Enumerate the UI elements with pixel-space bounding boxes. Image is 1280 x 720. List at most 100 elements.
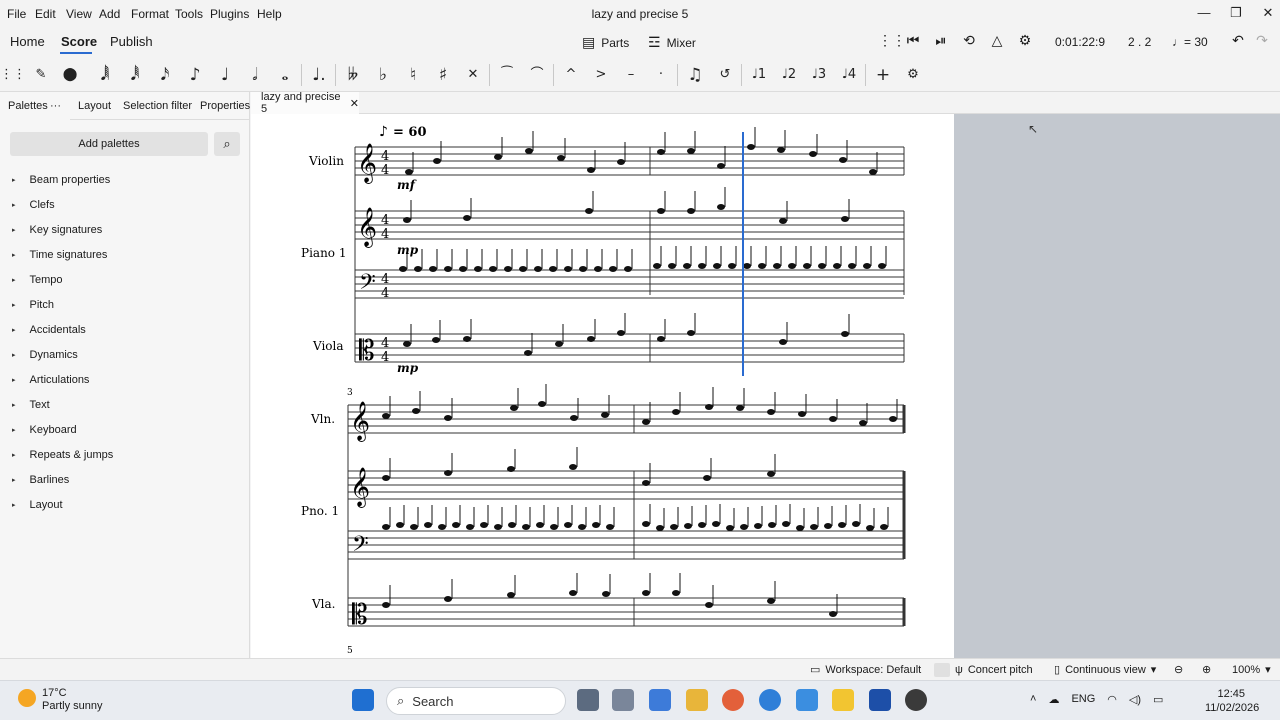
palette-dynamics[interactable]: ▸ Dynamics [12,347,78,363]
notehead[interactable] [818,263,826,269]
notehead[interactable] [585,208,593,214]
notehead[interactable] [489,266,497,272]
palette-text[interactable]: ▸ Text [12,397,50,413]
notehead[interactable] [767,409,775,415]
notehead[interactable] [712,521,720,527]
palette-repeats-jumps[interactable]: ▸ Repeats & jumps [12,447,113,463]
sharp-icon[interactable]: ♯ [431,64,455,86]
redo-icon[interactable]: ↷ [1252,32,1272,49]
note-input-mode-icon[interactable]: ⬤ [58,64,82,86]
notehead[interactable] [549,266,557,272]
clock[interactable]: 12:45 11/02/2026 [1205,687,1259,715]
palettes-more-icon[interactable]: ··· [50,100,61,112]
palette-layout[interactable]: ▸ Layout [12,497,63,513]
dotted-note-icon[interactable]: ♩. [307,64,331,86]
notehead[interactable] [672,409,680,415]
notehead[interactable] [569,590,577,596]
notehead[interactable] [768,522,776,528]
notehead[interactable] [717,204,725,210]
tab-properties[interactable]: Properties [200,100,250,112]
notehead[interactable] [564,266,572,272]
double-flat-icon[interactable]: 𝄫 [341,64,365,86]
notehead[interactable] [617,159,625,165]
eighth-note-icon[interactable]: ♪ [183,64,207,86]
notehead[interactable] [508,522,516,528]
tab-palettes[interactable]: Palettes [8,100,48,112]
tab-layout[interactable]: Layout [78,100,111,112]
notehead[interactable] [444,470,452,476]
notehead[interactable] [796,525,804,531]
notehead[interactable] [519,266,527,272]
app-icon[interactable] [649,689,671,711]
notehead[interactable] [782,521,790,527]
64th-note-icon[interactable]: 𝅘𝅥𝅲 [93,64,117,86]
notehead[interactable] [525,148,533,154]
notehead[interactable] [736,405,744,411]
notehead[interactable] [841,331,849,337]
notehead[interactable] [480,522,488,528]
notehead[interactable] [592,522,600,528]
notehead[interactable] [880,524,888,530]
browser-icon[interactable] [722,689,744,711]
notehead[interactable] [866,525,874,531]
close-button[interactable]: ✕ [1252,0,1280,26]
notehead[interactable] [767,471,775,477]
notehead[interactable] [557,155,565,161]
tenuto-icon[interactable]: – [619,64,643,86]
notehead[interactable] [432,337,440,343]
palette-articulations[interactable]: ▸ Articulations [12,372,89,388]
notehead[interactable] [466,524,474,530]
notehead[interactable] [504,266,512,272]
tab-score[interactable]: Score [61,34,97,49]
notehead[interactable] [403,341,411,347]
notehead[interactable] [587,336,595,342]
notehead[interactable] [698,263,706,269]
32nd-note-icon[interactable]: 𝅘𝅥𝅱 [123,64,147,86]
notehead[interactable] [754,523,762,529]
parts-button[interactable]: ▤ Parts [582,34,629,51]
notehead[interactable] [624,266,632,272]
wifi-icon[interactable]: ◠ [1107,693,1117,706]
whole-note-icon[interactable]: 𝅝 [273,64,297,86]
notehead[interactable] [412,408,420,414]
notehead[interactable] [798,411,806,417]
palette-pitch[interactable]: ▸ Pitch [12,297,54,313]
notehead[interactable] [601,412,609,418]
start-icon[interactable] [352,689,374,711]
notehead[interactable] [602,591,610,597]
notehead[interactable] [474,266,482,272]
notehead[interactable] [878,263,886,269]
natural-icon[interactable]: ♮ [401,64,425,86]
palette-beam-properties[interactable]: ▸ Beam properties [12,172,110,188]
notehead[interactable] [683,263,691,269]
add-palettes-button[interactable]: Add palettes [10,132,208,156]
notehead[interactable] [550,524,558,530]
tuplet-icon[interactable]: ♫ [683,64,707,86]
notehead[interactable] [838,522,846,528]
notehead[interactable] [839,157,847,163]
notehead[interactable] [657,208,665,214]
volume-icon[interactable]: ◁) [1129,693,1141,706]
weather-widget[interactable]: 17°C Partly sunny [18,687,103,713]
notehead[interactable] [668,263,676,269]
playback-settings-icon[interactable]: ⚙ [1015,32,1035,49]
zoom-in-icon[interactable]: ⊕ [1202,663,1211,676]
notehead[interactable] [788,263,796,269]
tab-publish[interactable]: Publish [110,34,153,49]
notehead[interactable] [494,154,502,160]
add-icon[interactable]: + [871,64,895,86]
notehead[interactable] [507,466,515,472]
notehead[interactable] [444,596,452,602]
view-mode-dropdown[interactable]: ▯ Continuous view ▾ [1054,663,1156,677]
notehead[interactable] [587,167,595,173]
zoom-out-icon[interactable]: ⊖ [1174,663,1183,676]
notehead[interactable] [444,266,452,272]
voice-3-icon[interactable]: ♩3 [807,64,831,86]
metronome-icon[interactable]: △ [987,32,1007,49]
notehead[interactable] [522,524,530,530]
document-tab[interactable]: lazy and precise 5 ✕ [251,91,359,115]
notehead[interactable] [382,524,390,530]
notehead[interactable] [687,148,695,154]
score-canvas[interactable]: 𝄞 𝄞 𝄢 𝄡 𝄞 𝄞 𝄢 𝄡 4 4 4 4 4 4 4 4 ♪ = 60 Violin Piano 1 V… [251,114,954,658]
notehead[interactable] [687,208,695,214]
